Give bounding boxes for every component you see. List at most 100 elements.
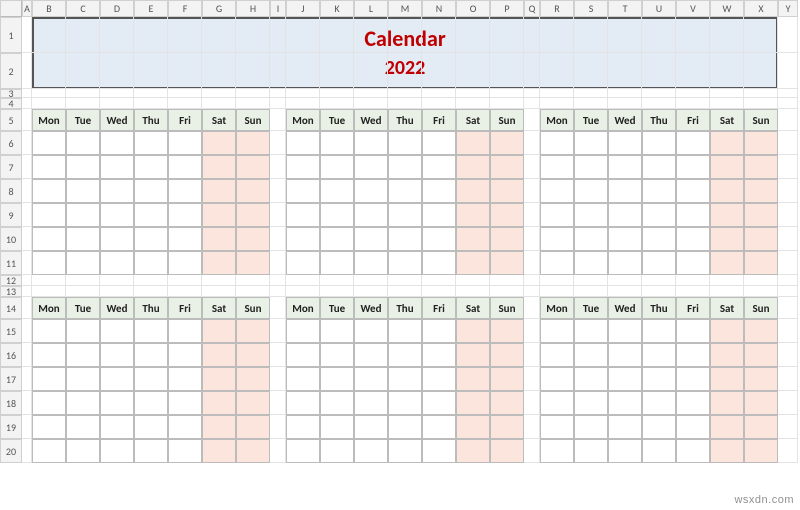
- row-header-1[interactable]: 1: [0, 17, 22, 53]
- day-cell[interactable]: [100, 251, 134, 275]
- day-header[interactable]: Sun: [490, 109, 524, 131]
- day-cell[interactable]: [354, 251, 388, 275]
- cell[interactable]: [608, 53, 642, 89]
- cell[interactable]: [22, 89, 32, 98]
- cell[interactable]: [744, 53, 778, 89]
- day-cell[interactable]: [642, 367, 676, 391]
- cell[interactable]: [540, 98, 574, 109]
- col-header-D[interactable]: D: [100, 0, 134, 17]
- cell[interactable]: [388, 53, 422, 89]
- cell[interactable]: [422, 275, 456, 286]
- day-cell[interactable]: [32, 415, 66, 439]
- cell[interactable]: [286, 17, 320, 53]
- day-cell[interactable]: [642, 131, 676, 155]
- col-header-B[interactable]: B: [32, 0, 66, 17]
- day-header[interactable]: Wed: [354, 297, 388, 319]
- day-cell[interactable]: [540, 319, 574, 343]
- weekend-cell[interactable]: [236, 155, 270, 179]
- cell[interactable]: [778, 179, 798, 203]
- weekend-cell[interactable]: [744, 251, 778, 275]
- cell[interactable]: [66, 98, 100, 109]
- day-cell[interactable]: [574, 439, 608, 463]
- day-cell[interactable]: [168, 227, 202, 251]
- weekend-cell[interactable]: [236, 203, 270, 227]
- cell[interactable]: [22, 53, 32, 89]
- day-cell[interactable]: [66, 367, 100, 391]
- cell[interactable]: [32, 89, 66, 98]
- day-cell[interactable]: [574, 155, 608, 179]
- col-header-I[interactable]: I: [270, 0, 286, 17]
- day-cell[interactable]: [100, 439, 134, 463]
- cell[interactable]: [22, 319, 32, 343]
- day-cell[interactable]: [540, 155, 574, 179]
- cell[interactable]: [524, 286, 540, 297]
- row-header-19[interactable]: 19: [0, 415, 22, 439]
- cell[interactable]: [202, 53, 236, 89]
- cell[interactable]: [524, 319, 540, 343]
- day-cell[interactable]: [168, 179, 202, 203]
- day-cell[interactable]: [134, 439, 168, 463]
- col-header-W[interactable]: W: [710, 0, 744, 17]
- cell[interactable]: [676, 98, 710, 109]
- cell[interactable]: [202, 98, 236, 109]
- weekend-cell[interactable]: [202, 367, 236, 391]
- cell[interactable]: [540, 275, 574, 286]
- cell[interactable]: [524, 53, 540, 89]
- cell[interactable]: [32, 17, 66, 53]
- day-cell[interactable]: [134, 251, 168, 275]
- day-header[interactable]: Wed: [100, 109, 134, 131]
- day-header[interactable]: Sat: [456, 109, 490, 131]
- day-cell[interactable]: [354, 179, 388, 203]
- cell[interactable]: [456, 286, 490, 297]
- day-cell[interactable]: [422, 155, 456, 179]
- day-cell[interactable]: [540, 227, 574, 251]
- day-cell[interactable]: [676, 227, 710, 251]
- row-header-4[interactable]: 4: [0, 98, 22, 109]
- col-header-Q[interactable]: Q: [524, 0, 540, 17]
- cell[interactable]: [270, 109, 286, 131]
- weekend-cell[interactable]: [456, 251, 490, 275]
- day-cell[interactable]: [66, 343, 100, 367]
- day-cell[interactable]: [354, 203, 388, 227]
- cell[interactable]: [168, 286, 202, 297]
- day-cell[interactable]: [642, 391, 676, 415]
- weekend-cell[interactable]: [490, 343, 524, 367]
- cell[interactable]: [270, 179, 286, 203]
- weekend-cell[interactable]: [710, 319, 744, 343]
- day-cell[interactable]: [32, 155, 66, 179]
- day-cell[interactable]: [354, 367, 388, 391]
- cell[interactable]: [320, 53, 354, 89]
- cell[interactable]: [778, 391, 798, 415]
- day-cell[interactable]: [100, 391, 134, 415]
- cell[interactable]: [778, 155, 798, 179]
- day-header[interactable]: Mon: [540, 297, 574, 319]
- cell[interactable]: [744, 286, 778, 297]
- day-header[interactable]: Wed: [354, 109, 388, 131]
- weekend-cell[interactable]: [202, 251, 236, 275]
- day-cell[interactable]: [642, 203, 676, 227]
- cell[interactable]: [270, 439, 286, 463]
- day-cell[interactable]: [100, 203, 134, 227]
- cell[interactable]: [744, 89, 778, 98]
- col-header-U[interactable]: U: [642, 0, 676, 17]
- weekend-cell[interactable]: [236, 415, 270, 439]
- day-cell[interactable]: [540, 343, 574, 367]
- cell[interactable]: [574, 286, 608, 297]
- day-header[interactable]: Mon: [32, 297, 66, 319]
- col-header-N[interactable]: N: [422, 0, 456, 17]
- cell[interactable]: [676, 17, 710, 53]
- cell[interactable]: [320, 89, 354, 98]
- cell[interactable]: [270, 297, 286, 319]
- cell[interactable]: [490, 98, 524, 109]
- cell[interactable]: [608, 286, 642, 297]
- row-header-13[interactable]: 13: [0, 286, 22, 297]
- day-cell[interactable]: [286, 319, 320, 343]
- weekend-cell[interactable]: [456, 203, 490, 227]
- cell[interactable]: [778, 89, 798, 98]
- cell[interactable]: [778, 415, 798, 439]
- day-cell[interactable]: [32, 227, 66, 251]
- weekend-cell[interactable]: [744, 155, 778, 179]
- cell[interactable]: [422, 286, 456, 297]
- cell[interactable]: [744, 98, 778, 109]
- day-header[interactable]: Wed: [608, 109, 642, 131]
